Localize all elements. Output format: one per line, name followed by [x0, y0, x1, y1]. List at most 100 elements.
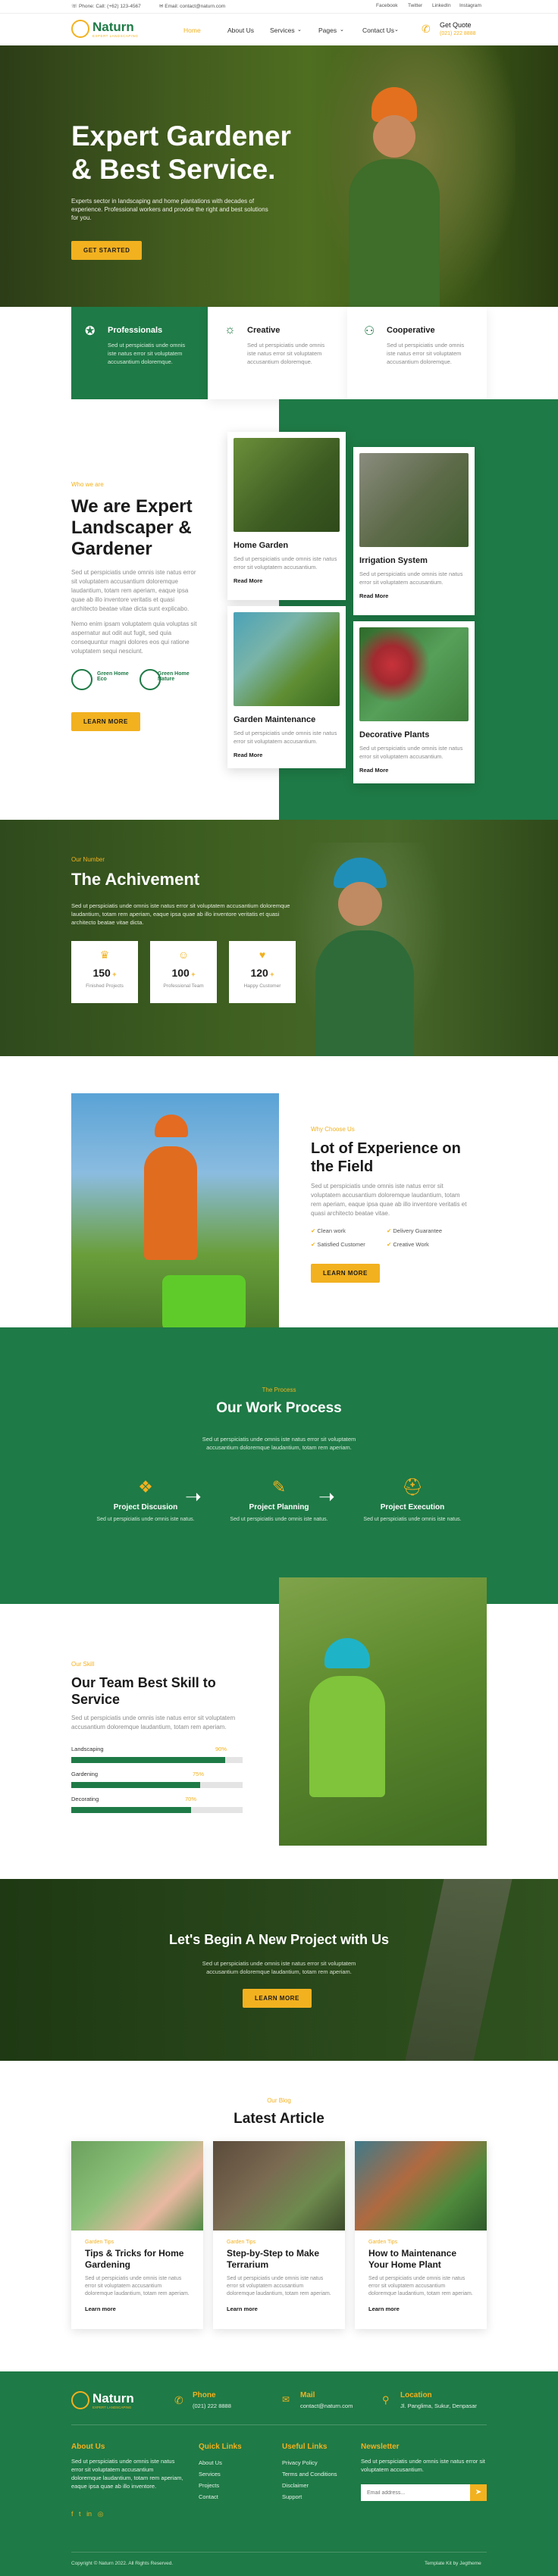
feature-card-professionals: ✪ Professionals Sed ut perspiciatis unde… — [71, 307, 208, 399]
nav-pages[interactable]: Pages — [318, 27, 337, 34]
chevron-down-icon[interactable]: ⌄ — [297, 27, 302, 33]
footer-link[interactable]: Services — [199, 2468, 242, 2480]
service-card-irrigation[interactable]: Irrigation System Sed ut perspiciatis un… — [353, 447, 475, 615]
chevron-down-icon[interactable]: ⌄ — [340, 27, 344, 33]
footer-link[interactable]: Terms and Conditions — [282, 2468, 337, 2480]
leaf-logo-icon — [71, 2391, 89, 2409]
read-more-link[interactable]: Read More — [359, 767, 469, 774]
leaf-logo-icon — [71, 20, 89, 38]
skill-worker-photo — [279, 1577, 487, 1846]
footer-newsletter: Newsletter Sed ut perspiciatis unde omni… — [361, 2443, 487, 2501]
footer-location: Jl. Panglima, Sukur, Denpasar — [400, 2402, 477, 2409]
lightbulb-icon: ☼ — [224, 324, 236, 336]
phone-info: ☏ Phone: Call: (+62) 123-4567 — [71, 4, 141, 9]
worker-body — [315, 930, 414, 1056]
check-satisfied: ✔ Satisfied Customer — [311, 1241, 365, 1248]
progress-fill — [71, 1757, 226, 1763]
article-photo — [355, 2141, 487, 2231]
article-card-terrarium[interactable]: Garden Tips Step-by-Step to Make Terrari… — [213, 2141, 345, 2329]
cta-learn-more-button[interactable]: LEARN MORE — [243, 1989, 312, 2008]
article-photo — [213, 2141, 345, 2231]
brand-name[interactable]: Naturn — [92, 20, 134, 35]
garden-path — [405, 1879, 513, 2061]
maintenance-photo — [234, 612, 340, 706]
social-instagram[interactable]: Instagram — [459, 3, 481, 8]
article-card-tips[interactable]: Garden Tips Tips & Tricks for Home Garde… — [71, 2141, 203, 2329]
footer-brand-name[interactable]: Naturn — [92, 2391, 134, 2406]
cta-section: Let's Begin A New Project with Us Sed ut… — [0, 1879, 558, 2061]
top-bar: ☏ Phone: Call: (+62) 123-4567 ✉ Email: c… — [0, 0, 558, 14]
footer-link[interactable]: Support — [282, 2491, 337, 2503]
medal-icon: ✪ — [85, 325, 96, 338]
social-twitter[interactable]: Twitter — [408, 3, 422, 8]
experience-learn-more-button[interactable]: LEARN MORE — [311, 1264, 380, 1283]
footer-link[interactable]: Privacy Policy — [282, 2457, 337, 2468]
social-facebook[interactable]: Facebook — [376, 3, 398, 8]
progress-fill — [71, 1807, 192, 1813]
footer-link[interactable]: About Us — [199, 2457, 242, 2468]
send-icon[interactable]: ➤ — [470, 2484, 487, 2501]
eco-badge-icon — [71, 669, 92, 690]
about-desc-2: Nemo enim ipsam voluptatem quia voluptas… — [71, 621, 197, 655]
service-card-home-garden[interactable]: Home Garden Sed ut perspiciatis unde omn… — [227, 432, 346, 600]
skills-desc: Sed ut perspiciatis unde omnis iste natu… — [71, 1715, 236, 1730]
footer-link[interactable]: Contact — [199, 2491, 242, 2503]
step-planning: ✎ Project Planning Sed ut perspiciatis u… — [230, 1477, 328, 1522]
nav-home[interactable]: Home — [183, 27, 201, 34]
hero-section: Expert Gardener & Best Service. Experts … — [0, 45, 558, 307]
achievement-section: Our Number The Achivement Sed ut perspic… — [0, 820, 558, 1056]
footer-phone: (021) 222 8888 — [193, 2402, 231, 2409]
service-card-decorative[interactable]: Decorative Plants Sed ut perspiciatis un… — [353, 621, 475, 783]
facebook-icon[interactable]: f — [71, 2510, 74, 2518]
phone-icon: ✆ — [174, 2394, 183, 2406]
nav-services[interactable]: Services — [270, 27, 295, 34]
mail-icon: ✉ — [282, 2394, 290, 2405]
process-section: The Process Our Work Process Sed ut pers… — [0, 1327, 558, 1604]
progress-bar — [71, 1807, 243, 1813]
gardener-face — [373, 115, 415, 158]
read-more-link[interactable]: Read More — [234, 577, 340, 584]
skills-title: Our Team Best Skill to Service — [71, 1675, 216, 1707]
discussion-icon: ❖ — [138, 1477, 153, 1496]
footer-link[interactable]: Disclaimer — [282, 2480, 337, 2491]
twitter-icon[interactable]: t — [79, 2510, 81, 2518]
badge-eco: Green Home Eco — [97, 671, 129, 682]
experience-tag: Why Choose Us — [311, 1126, 355, 1133]
email-info: ✉ Email: contact@naturn.com — [159, 4, 226, 9]
arrow-right-icon: ➝ — [185, 1485, 202, 1508]
experience-title: Lot of Experience on the Field — [311, 1140, 461, 1175]
check-icon: ✔ — [311, 1241, 316, 1248]
newsletter-email-input[interactable] — [361, 2484, 470, 2501]
main-nav: Naturn EXPERT LANDSCAPING Home About Us … — [0, 14, 558, 45]
check-creative: ✔ Creative Work — [387, 1241, 429, 1248]
check-icon: ✔ — [311, 1227, 316, 1234]
get-started-button[interactable]: GET STARTED — [71, 241, 143, 260]
chevron-down-icon[interactable]: ⌄ — [394, 27, 399, 33]
about-tag: Who we are — [71, 481, 104, 488]
badge-nature: Green Home Nature — [158, 671, 190, 682]
footer-mail[interactable]: contact@naturn.com — [300, 2400, 353, 2412]
skill-decorating: Decorating 70% — [71, 1796, 243, 1813]
learn-more-link[interactable]: Learn more — [85, 2306, 190, 2312]
social-linkedin[interactable]: LinkedIn — [432, 3, 451, 8]
learn-more-link[interactable]: Learn more — [227, 2306, 331, 2312]
about-learn-more-button[interactable]: LEARN MORE — [71, 712, 140, 731]
achievement-desc: Sed ut perspiciatis unde omnis iste natu… — [71, 902, 290, 926]
read-more-link[interactable]: Read More — [234, 752, 340, 758]
check-icon: ✔ — [387, 1241, 392, 1248]
footer-divider — [71, 2424, 487, 2425]
article-card-maintenance[interactable]: Garden Tips How to Maintenance Your Home… — [355, 2141, 487, 2329]
skill-gardening: Gardening 75% — [71, 1771, 243, 1788]
linkedin-icon[interactable]: in — [86, 2510, 92, 2518]
quote-title[interactable]: Get Quote — [440, 21, 472, 29]
nav-contact[interactable]: Contact Us — [362, 27, 394, 34]
learn-more-link[interactable]: Learn more — [368, 2306, 473, 2312]
map-pin-icon: ⚲ — [382, 2394, 390, 2406]
instagram-icon[interactable]: ◎ — [98, 2510, 104, 2518]
nav-about[interactable]: About Us — [227, 27, 254, 34]
service-card-maintenance[interactable]: Garden Maintenance Sed ut perspiciatis u… — [227, 606, 346, 768]
skills-tag: Our Skill — [71, 1661, 95, 1668]
footer-link[interactable]: Projects — [199, 2480, 242, 2491]
read-more-link[interactable]: Read More — [359, 592, 469, 599]
check-delivery: ✔ Delivery Guarantee — [387, 1227, 443, 1234]
